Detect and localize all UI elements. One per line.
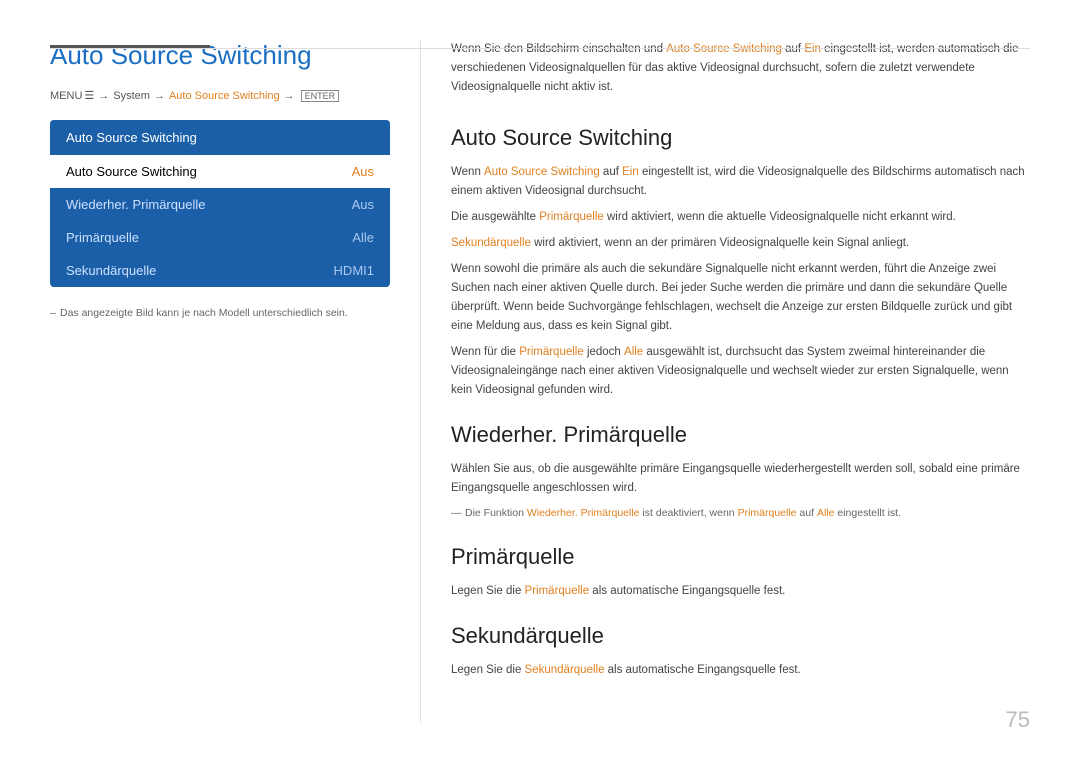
menu-item-primaer[interactable]: Primärquelle Alle [50,221,390,254]
section-body-sekundaer: Legen Sie die Sekundärquelle als automat… [451,661,1030,680]
sekundaer-p1: Legen Sie die Sekundärquelle als automat… [451,661,1030,680]
menu-item-sekundaer-label: Sekundärquelle [66,263,156,278]
breadcrumb: MENU ☰ → System → Auto Source Switching … [50,89,390,102]
menu-box: Auto Source Switching Auto Source Switch… [50,120,390,287]
auto-source-p2: Die ausgewählte Primärquelle wird aktivi… [451,208,1030,227]
intro-highlight-2: Ein [804,43,821,55]
breadcrumb-arrow3: → [284,90,295,102]
top-rule [50,48,1030,49]
section-title-sekundaer: Sekundärquelle [451,623,1030,649]
auto-source-p5: Wenn für die Primärquelle jedoch Alle au… [451,343,1030,400]
breadcrumb-arrow2: → [154,90,165,102]
section-body-primaer: Legen Sie die Primärquelle als automatis… [451,582,1030,601]
menu-item-wiederher[interactable]: Wiederher. Primärquelle Aus [50,188,390,221]
section-body-auto-source: Wenn Auto Source Switching auf Ein einge… [451,163,1030,400]
menu-item-wiederher-value: Aus [352,197,374,212]
menu-item-wiederher-label: Wiederher. Primärquelle [66,197,205,212]
section-title-auto-source: Auto Source Switching [451,125,1030,151]
left-column: Auto Source Switching MENU ☰ → System → … [50,40,420,723]
auto-source-p4: Wenn sowohl die primäre als auch die sek… [451,260,1030,336]
breadcrumb-menu: MENU [50,90,82,102]
section-title-primaer: Primärquelle [451,544,1030,570]
menu-item-primaer-value: Alle [352,230,374,245]
intro-highlight-1: Auto Source Switching [666,43,782,55]
wiederher-p1: Wählen Sie aus, ob die ausgewählte primä… [451,460,1030,498]
breadcrumb-highlight: Auto Source Switching [169,90,280,102]
menu-item-primaer-label: Primärquelle [66,230,139,245]
left-note: Das angezeigte Bild kann je nach Modell … [50,307,390,319]
menu-icon: ☰ [84,89,94,102]
menu-box-header: Auto Source Switching [50,120,390,155]
auto-source-p1: Wenn Auto Source Switching auf Ein einge… [451,163,1030,201]
primaer-p1: Legen Sie die Primärquelle als automatis… [451,582,1030,601]
menu-item-auto-source-label: Auto Source Switching [66,164,197,179]
breadcrumb-system: System [113,90,150,102]
menu-item-sekundaer-value: HDMI1 [334,263,374,278]
menu-item-auto-source-value: Aus [352,164,374,179]
section-title-wiederher: Wiederher. Primärquelle [451,422,1030,448]
section-body-wiederher: Wählen Sie aus, ob die ausgewählte primä… [451,460,1030,522]
menu-item-sekundaer[interactable]: Sekundärquelle HDMI1 [50,254,390,287]
page-number: 75 [1006,707,1030,733]
breadcrumb-arrow1: → [98,90,109,102]
right-column: Wenn Sie den Bildschirm einschalten und … [420,40,1030,723]
enter-icon: ENTER [301,90,340,102]
wiederher-note: Die Funktion Wiederher. Primärquelle ist… [451,505,1030,522]
auto-source-p3: Sekundärquelle wird aktiviert, wenn an d… [451,234,1030,253]
menu-item-auto-source[interactable]: Auto Source Switching Aus [50,155,390,188]
